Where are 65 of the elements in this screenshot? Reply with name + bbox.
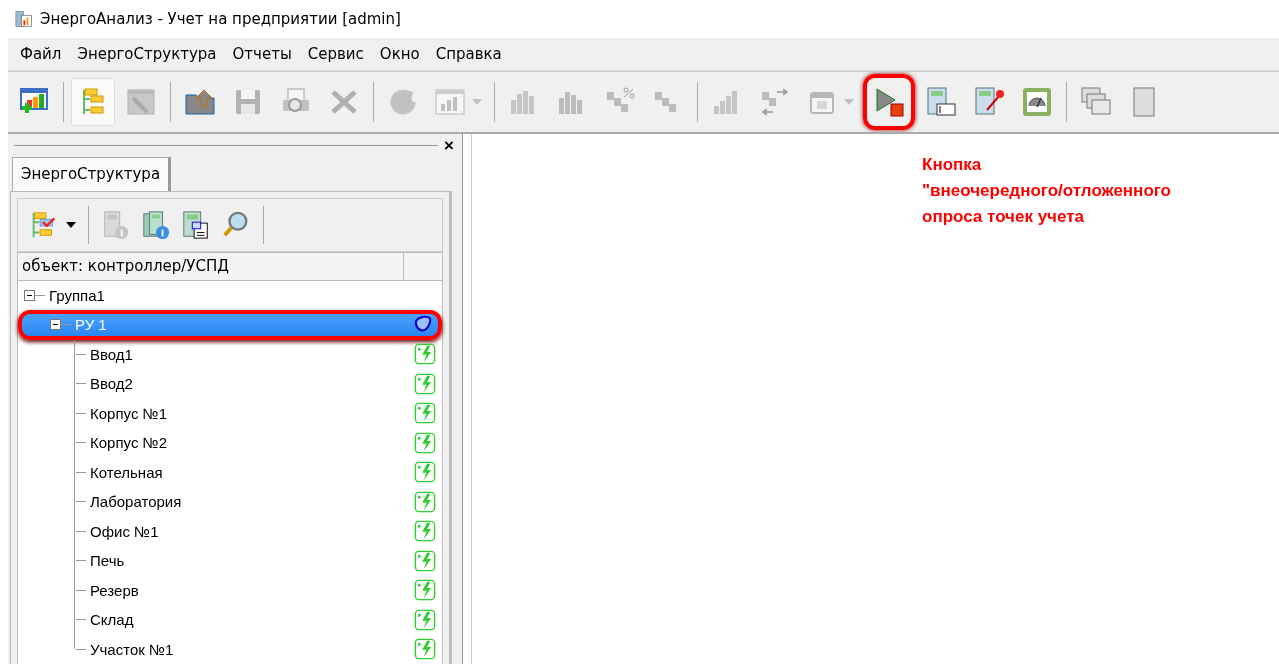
meter-input-icon xyxy=(925,86,957,118)
play-stop-icon xyxy=(873,86,905,118)
column-header: объект: контроллер/УСПД xyxy=(18,252,404,280)
gauge-icon xyxy=(1021,86,1053,118)
tree-row[interactable]: Лаборатория xyxy=(20,487,440,517)
tree-row[interactable]: Группа1 xyxy=(20,280,440,310)
meter-status-icon xyxy=(414,402,436,425)
tree-item-label: Корпус №1 xyxy=(89,404,167,422)
tree-row[interactable]: Ввод1 xyxy=(20,339,440,369)
tree-item-label: Группа1 xyxy=(48,286,105,304)
menu-item[interactable]: Отчеты xyxy=(224,41,300,67)
meter-status-icon xyxy=(414,490,436,513)
menu-item[interactable]: Окно xyxy=(371,41,428,67)
tree-row[interactable]: Резерв xyxy=(20,575,440,605)
swap-chart-icon xyxy=(759,86,791,118)
toolbar-button[interactable] xyxy=(863,74,915,130)
meter-status-icon xyxy=(414,461,436,484)
meter-status-icon xyxy=(414,372,436,395)
meter-status-icon xyxy=(414,520,436,543)
app-logo-icon xyxy=(14,9,34,29)
tree-item-label: Резерв xyxy=(89,581,139,599)
callout-note: Кнопка "внеочередного/отложенного опроса точек учета xyxy=(922,154,1172,228)
meter-document-icon xyxy=(181,209,211,240)
menu-item[interactable]: ЭнергоСтруктура xyxy=(69,41,225,67)
meter-probe-icon xyxy=(973,86,1005,118)
meter-status-icon xyxy=(414,579,436,602)
tree-row[interactable]: Корпус №1 xyxy=(20,398,440,428)
chart-window-icon xyxy=(434,86,466,118)
caret-icon xyxy=(66,221,76,228)
collapse-icon[interactable] xyxy=(24,289,35,301)
meters-info-icon xyxy=(141,209,171,240)
collapse-icon[interactable] xyxy=(50,319,61,331)
tree-item-label: Корпус №2 xyxy=(89,434,167,452)
window-title: ЭнергоАнализ - Учет на предприятии [admin] xyxy=(40,10,401,28)
tree-item-label: РУ 1 xyxy=(74,316,107,334)
tree-item-label: Печь xyxy=(89,552,125,570)
close-button[interactable]: × xyxy=(442,136,456,154)
tree-row[interactable]: Котельная xyxy=(20,457,440,487)
caret-icon xyxy=(472,99,482,105)
meter-status-icon xyxy=(414,638,436,661)
meter-status-icon xyxy=(414,608,436,631)
meter-status-icon xyxy=(414,549,436,572)
tree-row[interactable]: Офис №1 xyxy=(20,516,440,546)
meter-status-icon xyxy=(414,343,436,366)
tree-row[interactable]: Печь xyxy=(20,546,440,576)
tree-item-label: Ввод1 xyxy=(89,345,133,363)
menu-item[interactable]: Файл xyxy=(12,41,70,67)
tree-item-label: Офис №1 xyxy=(89,522,159,540)
tree-row[interactable]: Склад xyxy=(20,605,440,635)
tree-item-label: Лаборатория xyxy=(89,493,182,511)
meter-info-icon xyxy=(101,209,131,240)
tree-row[interactable]: Участок №1 xyxy=(20,634,440,664)
window-tool-icon xyxy=(125,86,157,118)
tree-item-label: Участок №1 xyxy=(89,640,174,658)
menu-item[interactable]: Сервис xyxy=(299,41,372,67)
tree-item-label: Склад xyxy=(89,611,134,629)
meter-status-icon xyxy=(414,431,436,454)
tree-row[interactable]: Корпус №2 xyxy=(20,428,440,458)
menu-item[interactable]: Справка xyxy=(427,41,510,67)
tree-item-label: Котельная xyxy=(89,463,163,481)
tree-item-label: Ввод2 xyxy=(89,375,133,393)
caret-icon xyxy=(844,99,854,105)
cascade-windows-icon xyxy=(1080,86,1112,118)
tree-row[interactable]: Ввод2 xyxy=(20,369,440,399)
panel-tab[interactable]: ЭнергоСтруктура xyxy=(12,156,172,191)
